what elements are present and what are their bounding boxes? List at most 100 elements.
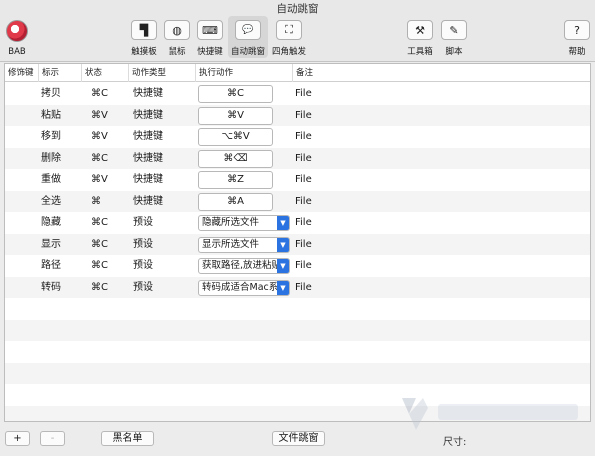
- row-state: ⌘C: [91, 238, 108, 250]
- table-row[interactable]: 转码 ⌘C 预设 转码成适合Mac系 ▼ File: [5, 276, 590, 298]
- toolbar-script-label: 脚本: [445, 47, 463, 57]
- app-logo-button[interactable]: BAB: [4, 20, 30, 57]
- table-row[interactable]: 显示 ⌘C 预设 显示所选文件 ▼ File: [5, 233, 590, 255]
- row-mark: 显示: [41, 238, 61, 250]
- row-note: File: [295, 260, 312, 271]
- row-note: File: [295, 195, 312, 207]
- row-mark: 全选: [41, 195, 61, 207]
- row-action-type: 快捷键: [133, 109, 163, 121]
- empty-row: [5, 319, 590, 341]
- row-state: ⌘C: [91, 260, 108, 271]
- toolbar-help-button[interactable]: ? 帮助: [563, 20, 591, 57]
- table-row[interactable]: 删除 ⌘C 快捷键 ⌘⌫ File: [5, 147, 590, 169]
- shortcut-field[interactable]: ⌥⌘V: [198, 128, 273, 146]
- table-row[interactable]: 移到 ⌘V 快捷键 ⌥⌘V File: [5, 126, 590, 148]
- row-action-type: 快捷键: [133, 88, 163, 99]
- header-note[interactable]: 备注: [292, 64, 590, 82]
- preset-select[interactable]: 转码成适合Mac系 ▼: [198, 279, 290, 296]
- table-row[interactable]: 隐藏 ⌘C 预设 隐藏所选文件 ▼ File: [5, 212, 590, 234]
- row-note: File: [295, 238, 312, 250]
- header-action[interactable]: 执行动作: [195, 64, 292, 82]
- table-row[interactable]: 拷贝 ⌘C 快捷键 ⌘C File: [5, 83, 590, 105]
- shortcut-field[interactable]: ⌘C: [198, 85, 273, 103]
- empty-row: [5, 298, 590, 320]
- row-state: ⌘C: [91, 217, 108, 228]
- help-icon: ?: [564, 20, 590, 40]
- table-row[interactable]: 全选 ⌘ 快捷键 ⌘A File: [5, 190, 590, 212]
- shortcut-field[interactable]: ⌘V: [198, 106, 273, 125]
- row-note: File: [295, 152, 312, 164]
- toolbar-toolbox-label: 工具箱: [407, 47, 433, 57]
- toolbar-autojump-button[interactable]: 💬 自动跳窗: [228, 16, 268, 58]
- toolbar-mouse-button[interactable]: ◍ 鼠标: [164, 20, 190, 57]
- toolbar-script-button[interactable]: ✎ 脚本: [440, 20, 468, 57]
- toolbar-shortcuts-button[interactable]: ⌨ 快捷键: [194, 20, 226, 57]
- header-mark[interactable]: 标示: [38, 64, 81, 82]
- toolbar-toolbox-button[interactable]: ⚒ 工具箱: [404, 20, 436, 57]
- row-note: File: [295, 131, 312, 142]
- row-mark: 转码: [41, 281, 61, 293]
- toolbar-mouse-label: 鼠标: [168, 47, 186, 57]
- toolbar-corners-label: 四角触发: [271, 47, 306, 57]
- row-mark: 删除: [41, 152, 61, 164]
- header-action-type[interactable]: 动作类型: [128, 64, 195, 82]
- preset-select-value: 转码成适合Mac系: [202, 281, 277, 293]
- row-state: ⌘: [91, 195, 101, 207]
- row-action-type: 预设: [133, 238, 153, 250]
- chevron-down-icon: ▼: [277, 259, 289, 273]
- row-mark: 粘贴: [41, 109, 61, 121]
- toolbar-corners-button[interactable]: ⛶ 四角触发: [270, 20, 308, 57]
- shortcut-field[interactable]: ⌘A: [198, 192, 273, 211]
- preset-select-value: 显示所选文件: [202, 238, 260, 250]
- row-action-type: 快捷键: [133, 174, 163, 185]
- row-state: ⌘C: [91, 152, 108, 164]
- shortcut-field[interactable]: ⌘Z: [198, 171, 273, 189]
- bottom-bar: + - 黑名单 文件跳窗 尺寸:: [0, 426, 595, 456]
- row-state: ⌘C: [91, 88, 108, 99]
- row-state: ⌘V: [91, 131, 108, 142]
- speech-bubble-icon: 💬: [235, 20, 261, 40]
- header-state[interactable]: 状态: [81, 64, 128, 82]
- corners-icon: ⛶: [276, 20, 302, 40]
- chevron-down-icon: ▼: [277, 237, 289, 252]
- row-action-type: 快捷键: [133, 152, 163, 164]
- autojump-table: 修饰键 标示 状态 动作类型 执行动作 备注 拷贝 ⌘C 快捷键 ⌘C File 粘贴 ⌘V…: [4, 63, 591, 422]
- preset-select[interactable]: 显示所选文件 ▼: [198, 236, 290, 253]
- pen-icon: ✎: [441, 20, 467, 40]
- row-action-type: 预设: [133, 281, 153, 293]
- row-note: File: [295, 109, 312, 121]
- toolbar-shortcuts-label: 快捷键: [197, 47, 223, 57]
- preset-select[interactable]: 隐藏所选文件 ▼: [198, 215, 290, 231]
- header-modifier[interactable]: 修饰键: [5, 64, 38, 82]
- mouse-icon: ◍: [164, 20, 190, 40]
- remove-row-button[interactable]: -: [40, 431, 65, 446]
- table-row[interactable]: 重做 ⌘V 快捷键 ⌘Z File: [5, 169, 590, 191]
- toolbar-trackpad-button[interactable]: ▜ 触摸板: [128, 20, 160, 57]
- trackpad-icon: ▜: [131, 20, 157, 40]
- row-note: File: [295, 217, 312, 228]
- preset-select-value: 隐藏所选文件: [202, 217, 260, 228]
- blacklist-button[interactable]: 黑名单: [101, 431, 154, 446]
- size-label: 尺寸:: [443, 437, 467, 448]
- row-state: ⌘V: [91, 109, 108, 121]
- row-note: File: [295, 174, 312, 185]
- row-note: File: [295, 281, 312, 293]
- chevron-down-icon: ▼: [277, 216, 289, 230]
- keyboard-icon: ⌨: [197, 20, 223, 40]
- row-state: ⌘V: [91, 174, 108, 185]
- file-jump-button[interactable]: 文件跳窗: [272, 431, 325, 446]
- preset-select[interactable]: 获取路径,放进粘贴 ▼: [198, 258, 290, 274]
- toolbar-trackpad-label: 触摸板: [131, 47, 157, 57]
- toolbox-icon: ⚒: [407, 20, 433, 40]
- toolbar-autojump-label: 自动跳窗: [230, 47, 265, 57]
- shortcut-field[interactable]: ⌘⌫: [198, 149, 273, 168]
- table-row[interactable]: 粘贴 ⌘V 快捷键 ⌘V File: [5, 104, 590, 126]
- table-header: 修饰键 标示 状态 动作类型 执行动作 备注: [5, 64, 590, 82]
- table-row[interactable]: 路径 ⌘C 预设 获取路径,放进粘贴 ▼ File: [5, 255, 590, 277]
- row-mark: 移到: [41, 131, 61, 142]
- row-mark: 隐藏: [41, 217, 61, 228]
- chevron-down-icon: ▼: [277, 280, 289, 295]
- row-action-type: 预设: [133, 217, 153, 228]
- add-row-button[interactable]: +: [5, 431, 30, 446]
- row-note: File: [295, 88, 312, 99]
